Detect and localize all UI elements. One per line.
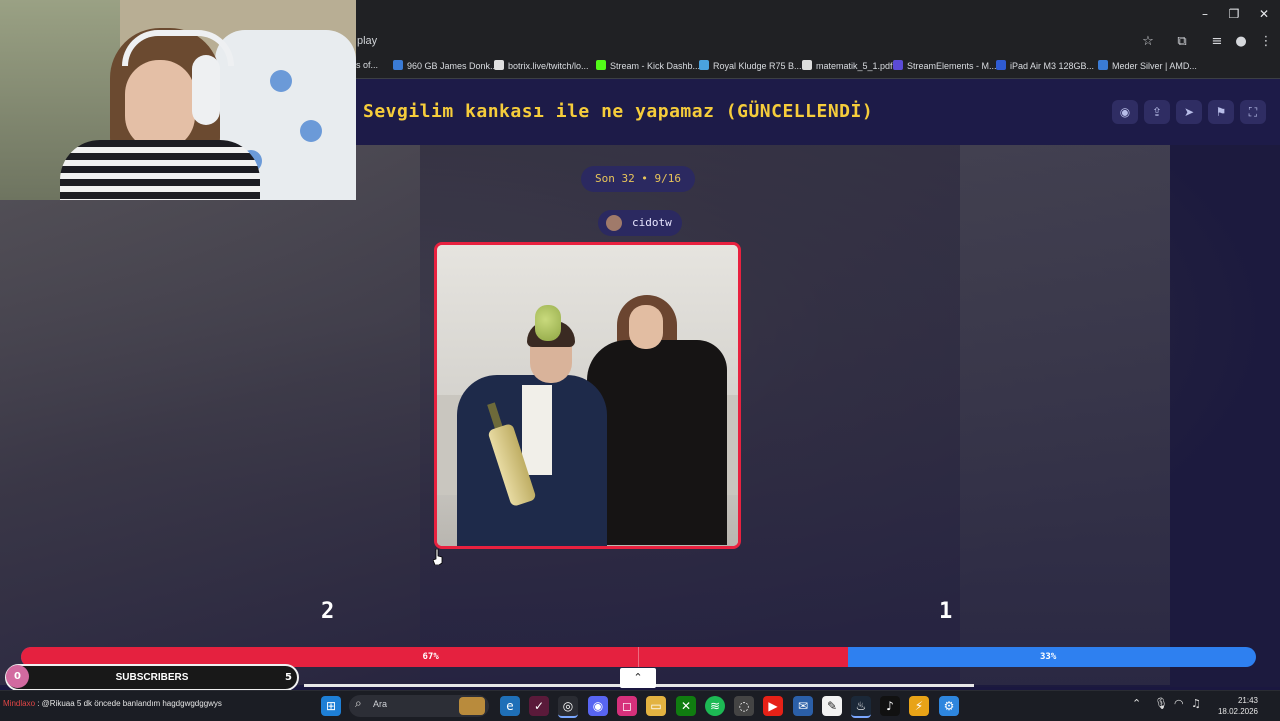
pdf-icon (802, 60, 812, 70)
send-icon[interactable]: ➤ (1176, 100, 1202, 124)
avatar (606, 215, 622, 231)
background-blur (960, 145, 1170, 685)
bookmark-star-icon[interactable]: ☆ (1138, 32, 1158, 52)
spotify-icon[interactable]: ≋ (705, 696, 725, 716)
favicon-icon (1098, 60, 1108, 70)
webcam-detail (270, 70, 292, 92)
photo-detail (629, 305, 663, 349)
fullscreen-icon[interactable]: ⛶ (1240, 100, 1266, 124)
photo-detail (587, 340, 727, 545)
taskbar-clock[interactable]: 21:43 18.02.2026 (1208, 695, 1258, 717)
candidate-card[interactable] (434, 242, 741, 549)
webcam-detail (125, 60, 195, 150)
chat-username: Mindlaxo (3, 699, 36, 708)
widget-icon (459, 697, 485, 715)
volume-icon[interactable]: ♫ (1191, 697, 1201, 710)
background-blur (0, 145, 420, 685)
vote-bar-divider (638, 647, 639, 667)
favicon-icon (494, 60, 504, 70)
bookmark-3[interactable]: Stream - Kick Dashb... (596, 60, 700, 71)
chat-message: : @Rikuaa 5 dk öncede banlandım hagdgwgd… (35, 699, 222, 708)
bookmark-6[interactable]: StreamElements - M... (893, 60, 997, 71)
bookmark-0[interactable]: s of... (356, 60, 378, 70)
chrome-icon[interactable]: ◎ (558, 696, 578, 718)
settings-app-icon[interactable]: ⚙ (939, 696, 959, 716)
clock-date: 18.02.2026 (1217, 707, 1258, 716)
bookmark-7[interactable]: iPad Air M3 128GB... (996, 60, 1094, 71)
taskbar-search[interactable]: ⌕ Ara (349, 695, 489, 717)
notes-icon[interactable]: ✎ (822, 696, 842, 716)
favicon-icon (699, 60, 709, 70)
clock-time: 21:43 (1237, 696, 1258, 705)
webcam-detail (192, 55, 220, 125)
webcam-detail (60, 140, 260, 200)
sub-goal-label: SUBSCRIBERS (115, 672, 189, 683)
submitter-name: cidotw (632, 216, 672, 229)
favicon-icon (996, 60, 1006, 70)
tiktok-icon[interactable]: ♪ (880, 696, 900, 716)
close-button[interactable]: ✕ (1249, 4, 1279, 24)
bookmark-4[interactable]: Royal Kludge R75 B... (699, 60, 802, 71)
left-score: 2 (321, 599, 335, 624)
left-percent-label: 67% (422, 652, 439, 662)
round-indicator: Son 32 • 9/16 (581, 166, 695, 192)
chat-ticker: Mindlaxo : @Rikuaa 5 dk öncede banlandım… (3, 699, 222, 708)
app-icon[interactable]: ⚡ (909, 696, 929, 716)
webcam-detail (300, 120, 322, 142)
youtube-icon[interactable]: ▶ (763, 696, 783, 716)
right-percent-label: 33% (1040, 652, 1057, 662)
discord-icon[interactable]: ◉ (588, 696, 608, 716)
hand-cursor-icon (433, 549, 443, 565)
bookmark-8[interactable]: Meder Silver | AMD... (1098, 60, 1197, 71)
minimize-button[interactable]: – (1190, 4, 1220, 24)
photo-detail (535, 305, 561, 341)
profile-avatar-icon[interactable]: ● (1231, 32, 1251, 52)
bookmark-5[interactable]: matematik_5_1.pdf (802, 60, 893, 71)
extensions-icon[interactable]: ⧉ (1172, 32, 1192, 52)
search-icon: ⌕ (355, 696, 362, 710)
chevron-up-icon[interactable]: ⌃ (620, 668, 656, 688)
flag-icon[interactable]: ⚑ (1208, 100, 1234, 124)
chevron-up-icon[interactable]: ⌃ (1132, 697, 1141, 710)
bookmark-2[interactable]: botrix.live/twitch/lo... (494, 60, 589, 71)
mail-icon[interactable]: ✉ (793, 696, 813, 716)
instagram-icon[interactable]: ◻ (617, 696, 637, 716)
app-icon[interactable]: ✓ (529, 696, 549, 716)
subscriber-goal: 0 SUBSCRIBERS 5 (5, 664, 299, 691)
page-title: Sevgilim kankası ile ne yapamaz (GÜNCELL… (363, 101, 874, 122)
restore-button[interactable]: ❐ (1219, 4, 1249, 24)
windows-taskbar: Mindlaxo : @Rikuaa 5 dk öncede banlandım… (0, 690, 1280, 721)
bookmark-1[interactable]: 960 GB James Donk... (393, 60, 498, 71)
steam-icon[interactable]: ♨ (851, 696, 871, 718)
media-control-icon[interactable]: ≡ (1207, 32, 1227, 52)
windows-start-icon[interactable]: ⊞ (321, 696, 341, 716)
favicon-icon (393, 60, 403, 70)
url-text[interactable]: play (357, 35, 377, 47)
microphone-icon[interactable]: 🎙 (1154, 697, 1168, 710)
photo-detail (522, 385, 552, 475)
menu-kebab-icon[interactable]: ⋮ (1256, 32, 1276, 52)
search-placeholder: Ara (373, 699, 388, 709)
favicon-icon (893, 60, 903, 70)
kick-icon (596, 60, 606, 70)
obs-icon[interactable]: ◌ (734, 696, 754, 716)
webcam-overlay (0, 0, 356, 200)
eye-icon[interactable]: ◉ (1112, 100, 1138, 124)
share-icon[interactable]: ⇪ (1144, 100, 1170, 124)
right-score: 1 (939, 599, 953, 624)
wifi-icon[interactable]: ◠ (1174, 697, 1184, 710)
file-explorer-icon[interactable]: ▭ (646, 696, 666, 716)
sub-goal-target: 5 (285, 672, 292, 683)
xbox-icon[interactable]: ✕ (676, 696, 696, 716)
submitter-badge: cidotw (598, 210, 682, 236)
edge-icon[interactable]: e (500, 696, 520, 716)
